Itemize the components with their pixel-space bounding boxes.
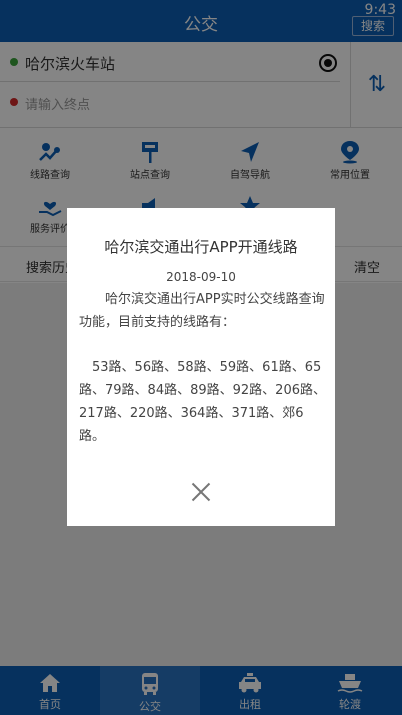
dialog-title: 哈尔滨交通出行APP开通线路 — [104, 238, 298, 256]
close-icon[interactable] — [191, 482, 211, 502]
dialog-routes: 53路、56路、58路、59路、61路、65路、79路、84路、89路、92路、… — [79, 360, 326, 444]
dialog-intro: 哈尔滨交通出行APP实时公交线路查询功能，目前支持的线路有： — [79, 292, 325, 330]
dialog-body: 哈尔滨交通出行APP实时公交线路查询功能，目前支持的线路有： 53路、56路、5… — [79, 288, 327, 448]
dialog-date: 2018-09-10 — [166, 270, 236, 284]
route-notice-dialog: 哈尔滨交通出行APP开通线路 2018-09-10 哈尔滨交通出行APP实时公交… — [67, 208, 335, 526]
